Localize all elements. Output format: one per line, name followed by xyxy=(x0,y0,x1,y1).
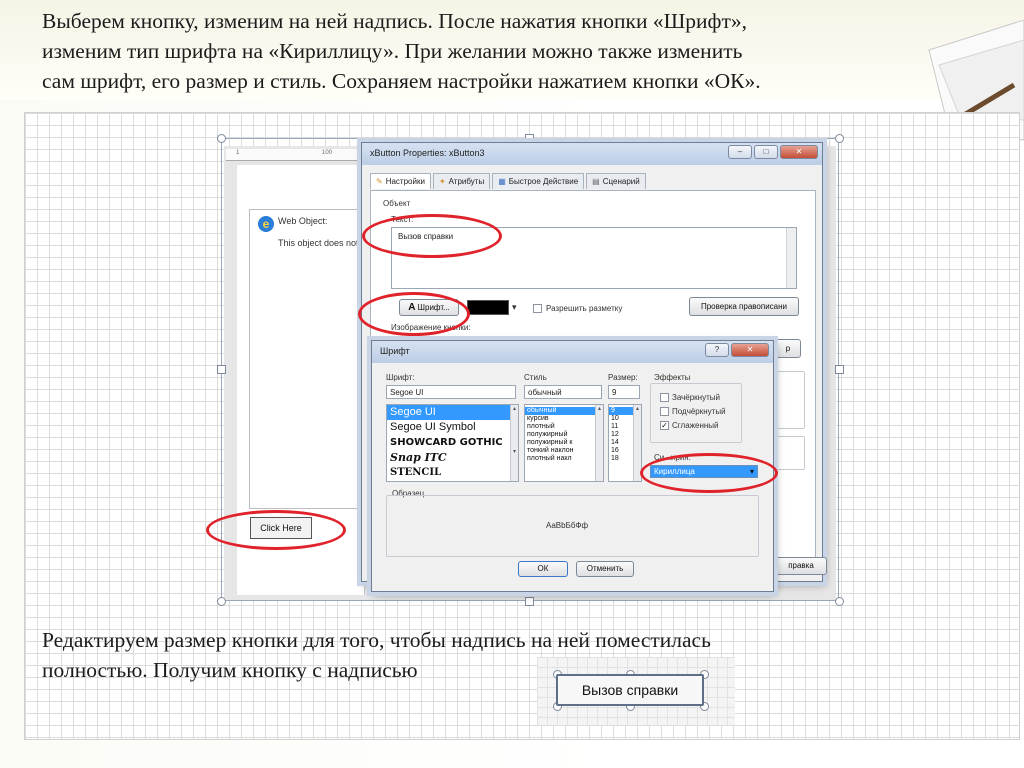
font-list-scrollbar[interactable]: ▴ ▾ xyxy=(510,405,518,481)
highlight-charset xyxy=(640,453,778,493)
tab-label: Сценарий xyxy=(602,177,640,186)
spellcheck-label: Проверка правописани xyxy=(700,302,788,311)
image-browse-button[interactable]: р xyxy=(775,339,801,358)
list-item[interactable]: SHOWCARD GOTHIC xyxy=(387,435,518,450)
options-groupbox xyxy=(775,436,805,470)
resize-handle[interactable] xyxy=(217,597,226,606)
tab-label: Настройки xyxy=(385,177,425,186)
list-item[interactable]: Snap ITC xyxy=(387,450,518,465)
sample-text: AaBbБбФф xyxy=(546,521,589,530)
antialias-checkbox[interactable]: ✓ xyxy=(660,421,669,430)
list-item[interactable]: полужирный к xyxy=(525,439,603,447)
close-button[interactable]: ✕ xyxy=(731,343,769,357)
resize-handle[interactable] xyxy=(835,597,844,606)
style-list[interactable]: обычный курсив плотный полужирный полужи… xyxy=(524,404,604,482)
style-input[interactable]: обычный xyxy=(524,385,602,399)
list-item[interactable]: обычный xyxy=(525,407,603,415)
wand-icon: ✦ xyxy=(438,177,446,186)
resize-handle[interactable] xyxy=(217,134,226,143)
properties-tabs: ✎ Настройки ✦ Атрибуты ▦ Быстрое Действие ▤… xyxy=(370,173,646,189)
size-input[interactable]: 9 xyxy=(608,385,640,399)
resize-handle[interactable] xyxy=(835,134,844,143)
close-button[interactable]: ✕ xyxy=(780,145,818,159)
maximize-button[interactable]: □ xyxy=(754,145,778,159)
strikethrough-checkbox[interactable] xyxy=(660,393,669,402)
font-dialog-controls: ? ✕ xyxy=(705,343,769,357)
script-icon: ▤ xyxy=(592,177,600,186)
spellcheck-button[interactable]: Проверка правописани xyxy=(689,297,799,316)
font-label: Шрифт: xyxy=(386,373,415,382)
help-button[interactable]: правка xyxy=(775,557,827,575)
style-list-scrollbar[interactable]: ▴ xyxy=(595,405,603,481)
image-browse-label: р xyxy=(785,344,791,353)
tab-settings[interactable]: ✎ Настройки xyxy=(370,173,431,189)
effects-label: Эффекты xyxy=(654,373,691,382)
window-title: xButton Properties: xButton3 xyxy=(370,148,485,158)
result-help-button[interactable]: Вызов справки xyxy=(556,674,704,706)
list-item[interactable]: тонкий наклон xyxy=(525,447,603,455)
highlight-text-field xyxy=(362,214,502,258)
tab-label: Быстрое Действие xyxy=(508,177,579,186)
list-item[interactable]: плотный накл xyxy=(525,455,603,463)
tab-script[interactable]: ▤ Сценарий xyxy=(586,173,646,189)
size-label: Размер: xyxy=(608,373,638,382)
resize-handle[interactable] xyxy=(835,365,844,374)
help-button-label: правка xyxy=(788,561,814,570)
allow-markup-label: Разрешить разметку xyxy=(546,304,623,313)
underline-label: Подчёркнутый xyxy=(672,407,726,416)
action-icon: ▦ xyxy=(498,177,506,186)
list-item[interactable]: полужирный xyxy=(525,431,603,439)
tab-label: Атрибуты xyxy=(448,177,485,186)
text-color-picker[interactable] xyxy=(467,300,509,315)
ok-button[interactable]: ОК xyxy=(518,561,568,577)
cancel-label: Отменить xyxy=(586,564,624,573)
list-item[interactable]: Segoe UI xyxy=(387,405,518,420)
highlight-click-here xyxy=(206,510,346,550)
cancel-button[interactable]: Отменить xyxy=(576,561,634,577)
underline-checkbox[interactable] xyxy=(660,407,669,416)
help-icon[interactable]: ? xyxy=(705,343,729,357)
list-item[interactable]: плотный xyxy=(525,423,603,431)
resize-handle[interactable] xyxy=(525,597,534,606)
font-list[interactable]: Segoe UI Segoe UI Symbol SHOWCARD GOTHIC… xyxy=(386,404,519,482)
allow-markup-checkbox[interactable] xyxy=(533,304,542,313)
window-controls: – □ ✕ xyxy=(728,145,818,159)
tab-attributes[interactable]: ✦ Атрибуты xyxy=(432,173,491,189)
highlight-font-button xyxy=(358,292,470,336)
image-groupbox xyxy=(775,371,805,429)
antialias-label: Сглаженный xyxy=(672,421,719,430)
list-item[interactable]: STENCIL xyxy=(387,465,518,480)
pencil-icon: ✎ xyxy=(376,177,383,186)
style-label: Стиль xyxy=(524,373,547,382)
list-item[interactable]: курсив xyxy=(525,415,603,423)
strikethrough-label: Зачёркнутый xyxy=(672,393,720,402)
ok-label: ОК xyxy=(537,564,549,573)
object-label: Объект xyxy=(383,199,411,208)
font-name-input[interactable]: Segoe UI xyxy=(386,385,516,399)
list-item[interactable]: Segoe UI Symbol xyxy=(387,420,518,435)
minimize-button[interactable]: – xyxy=(728,145,752,159)
chevron-down-icon[interactable]: ▾ xyxy=(512,302,517,313)
tab-quick-action[interactable]: ▦ Быстрое Действие xyxy=(492,173,585,189)
size-list[interactable]: 9 10 11 12 14 16 18 ▴ xyxy=(608,404,642,482)
outro-paragraph: Редактируем размер кнопки для того, чтоб… xyxy=(42,628,711,682)
font-dialog-title: Шрифт xyxy=(380,346,410,356)
text-scrollbar[interactable] xyxy=(786,228,796,288)
resize-handle[interactable] xyxy=(217,365,226,374)
intro-paragraph: Выберем кнопку, изменим на ней надпись. … xyxy=(42,9,761,93)
